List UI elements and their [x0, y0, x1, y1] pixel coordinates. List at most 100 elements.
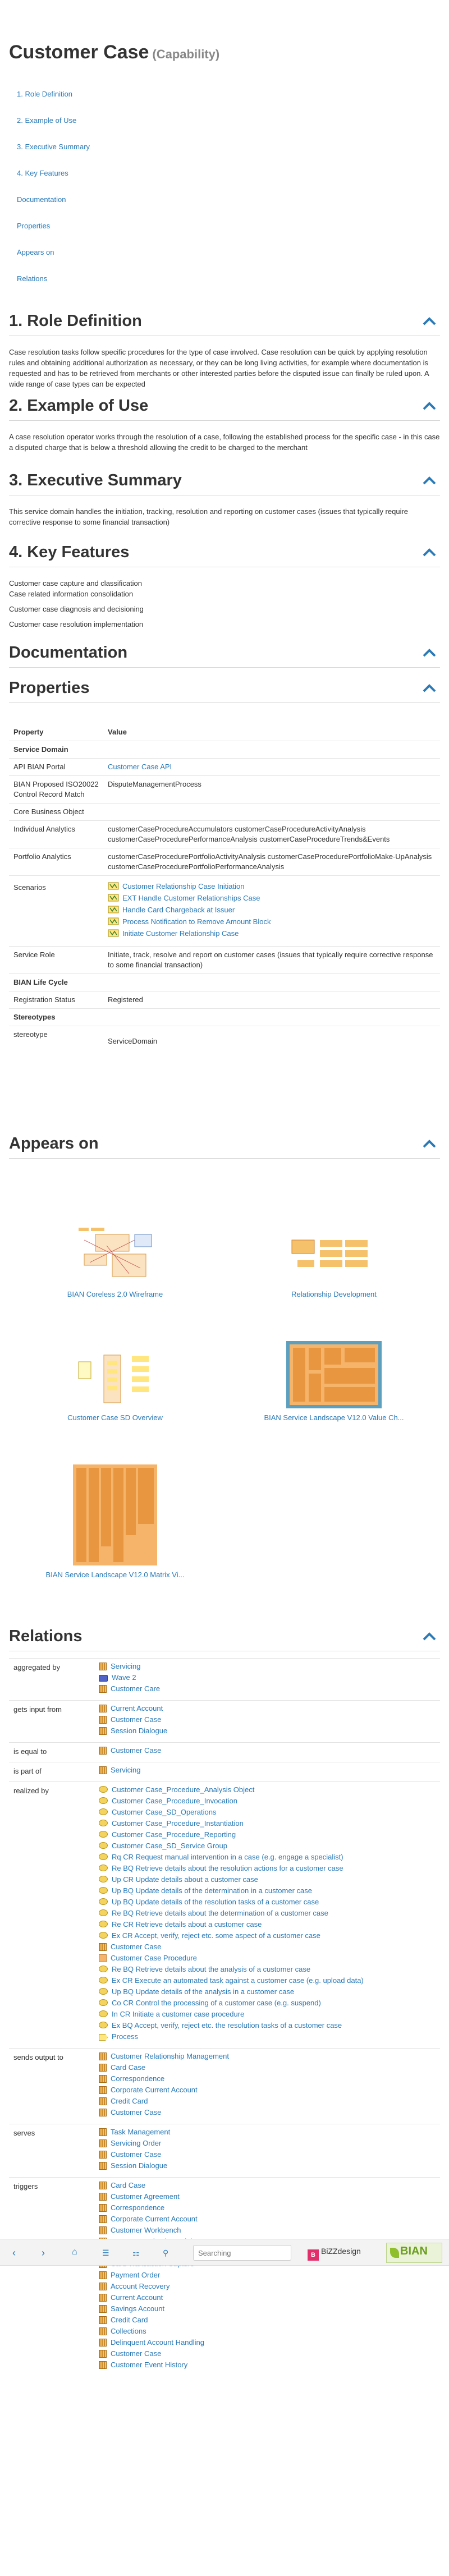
relation-link[interactable]: Customer Case — [99, 1746, 440, 1757]
relation-link[interactable]: Session Dialogue — [99, 1726, 440, 1738]
relation-link[interactable]: Co CR Control the processing of a custom… — [99, 1999, 440, 2010]
relation-link[interactable]: Customer Case — [99, 1943, 440, 1954]
api-portal-link[interactable]: Customer Case API — [108, 763, 172, 771]
relation-link[interactable]: Payment Order — [99, 2271, 440, 2282]
chevron-up-icon[interactable] — [422, 682, 437, 694]
relation-link[interactable]: Current Account — [99, 1704, 440, 1715]
appears-link[interactable]: BIAN Service Landscape V12.0 Matrix Vi..… — [46, 1571, 185, 1579]
relation-link[interactable]: Correspondence — [99, 2203, 440, 2215]
home-icon[interactable]: ⌂ — [72, 2247, 77, 2257]
relation-link[interactable]: Customer Case — [99, 2108, 440, 2119]
relation-link[interactable]: Task Management — [99, 2128, 440, 2139]
view-thumbnail[interactable]: Relationship Development — [253, 1223, 415, 1298]
toc-link-summary[interactable]: 3. Executive Summary — [17, 143, 90, 151]
appears-link[interactable]: BIAN Service Landscape V12.0 Value Ch... — [264, 1413, 404, 1422]
component-icon — [99, 2162, 107, 2170]
relation-link[interactable]: Up BQ Update details of the analysis in … — [99, 1987, 440, 1999]
relation-link[interactable]: Ex CR Accept, verify, reject etc. some a… — [99, 1931, 440, 1943]
view-thumbnail[interactable]: Customer Case SD Overview — [34, 1349, 196, 1422]
chevron-up-icon[interactable] — [422, 547, 437, 558]
appears-link[interactable]: BIAN Coreless 2.0 Wireframe — [67, 1290, 163, 1298]
relation-link[interactable]: Credit Card — [99, 2097, 440, 2108]
relation-link[interactable]: Customer Relationship Management — [99, 2052, 440, 2063]
toc-link-role[interactable]: 1. Role Definition — [17, 90, 72, 98]
relation-link[interactable]: Rq CR Request manual intervention in a c… — [99, 1853, 440, 1864]
relation-link[interactable]: Credit Card — [99, 2316, 440, 2327]
relation-link[interactable]: Customer Case — [99, 1715, 440, 1726]
chevron-up-icon[interactable] — [422, 1631, 437, 1642]
relation-link[interactable]: Re BQ Retrieve details about the determi… — [99, 1909, 440, 1920]
chevron-up-icon[interactable] — [422, 400, 437, 411]
relation-link[interactable]: Wave 2 — [99, 1673, 440, 1684]
view-thumbnail[interactable]: BIAN Service Landscape V12.0 Matrix Vi..… — [34, 1464, 196, 1579]
relation-link[interactable]: Customer Case_Procedure_Invocation — [99, 1797, 440, 1808]
relation-link[interactable]: Servicing Order — [99, 2139, 440, 2150]
relation-link[interactable]: Up BQ Update details of the determinatio… — [99, 1886, 440, 1898]
prop-value: Registered — [103, 991, 440, 1009]
toc-link-example[interactable]: 2. Example of Use — [17, 116, 76, 125]
list-icon[interactable]: ☰ — [102, 2248, 109, 2258]
toc-link-appears[interactable]: Appears on — [17, 248, 54, 256]
toc-link-relations[interactable]: Relations — [17, 274, 47, 283]
relation-link[interactable]: Card Case — [99, 2063, 440, 2074]
relation-link[interactable]: Customer Case_SD_Service Group — [99, 1842, 440, 1853]
relation-link[interactable]: Correspondence — [99, 2074, 440, 2086]
relation-link[interactable]: Servicing — [99, 1766, 440, 1777]
relation-link[interactable]: Customer Case Procedure — [99, 1954, 440, 1965]
relation-link[interactable]: Card Case — [99, 2181, 440, 2192]
chevron-up-icon[interactable] — [422, 475, 437, 486]
next-icon[interactable]: › — [42, 2247, 45, 2259]
tree-icon[interactable]: ⚏ — [132, 2248, 140, 2258]
relation-link[interactable]: Up CR Update details about a customer ca… — [99, 1875, 440, 1886]
relation-link[interactable]: Delinquent Account Handling — [99, 2338, 440, 2349]
appears-link[interactable]: Customer Case SD Overview — [67, 1413, 163, 1422]
relation-link[interactable]: Customer Case — [99, 2150, 440, 2161]
chevron-up-icon[interactable] — [422, 1138, 437, 1149]
prev-icon[interactable]: ‹ — [12, 2247, 16, 2259]
relation-link[interactable]: Up BQ Update details of the resolution t… — [99, 1898, 440, 1909]
relation-link[interactable]: Customer Workbench — [99, 2226, 440, 2237]
relation-link[interactable]: Customer Case — [99, 2349, 440, 2361]
relation-link[interactable]: Re CR Retrieve details about a customer … — [99, 1920, 440, 1931]
relation-link[interactable]: Customer Case_Procedure_Reporting — [99, 1830, 440, 1842]
relation-link[interactable]: Customer Care — [99, 1684, 440, 1696]
relation-link[interactable]: In CR Initiate a customer case procedure — [99, 2010, 440, 2021]
relation-link[interactable]: Current Account — [99, 2293, 440, 2304]
relation-link[interactable]: Customer Agreement — [99, 2192, 440, 2203]
toc-link-features[interactable]: 4. Key Features — [17, 169, 68, 177]
chevron-up-icon[interactable] — [422, 315, 437, 327]
toc-link-documentation[interactable]: Documentation — [17, 195, 66, 204]
relation-link[interactable]: Session Dialogue — [99, 2161, 440, 2173]
relation-link[interactable]: Ex CR Execute an automated task against … — [99, 1976, 440, 1987]
appears-link[interactable]: Relationship Development — [291, 1290, 377, 1298]
relation-link[interactable]: Account Recovery — [99, 2282, 440, 2293]
search-icon[interactable]: ⚲ — [163, 2248, 168, 2258]
relation-type: triggers — [9, 2177, 99, 2376]
relation-link[interactable]: Servicing — [99, 1662, 440, 1673]
relation-link[interactable]: Customer Case_SD_Operations — [99, 1808, 440, 1819]
relation-row: sends output to Customer Relationship Man… — [9, 2048, 440, 2124]
scenario-link[interactable]: Process Notification to Remove Amount Bl… — [108, 917, 436, 929]
view-thumbnail[interactable]: BIAN Service Landscape V12.0 Value Ch... — [253, 1341, 415, 1422]
relation-link[interactable]: Savings Account — [99, 2304, 440, 2316]
relation-link[interactable]: Process — [99, 2032, 440, 2044]
scenario-link[interactable]: Initiate Customer Relationship Case — [108, 929, 436, 940]
search-input[interactable] — [193, 2245, 291, 2261]
scenario-link[interactable]: EXT Handle Customer Relationships Case — [108, 893, 436, 905]
relation-link[interactable]: Re BQ Retrieve details about the resolut… — [99, 1864, 440, 1875]
scenario-link[interactable]: Customer Relationship Case Initiation — [108, 881, 436, 893]
view-thumbnail[interactable]: BIAN Coreless 2.0 Wireframe — [34, 1223, 196, 1298]
relation-link[interactable]: Re BQ Retrieve details about the analysi… — [99, 1965, 440, 1976]
scenario-link[interactable]: Handle Card Chargeback at Issuer — [108, 905, 436, 917]
relation-link[interactable]: Corporate Current Account — [99, 2215, 440, 2226]
toc-link-properties[interactable]: Properties — [17, 222, 50, 230]
summary-text: This service domain handles the initiati… — [9, 507, 409, 526]
relation-label: Ex CR Execute an automated task against … — [112, 1976, 364, 1985]
relation-link[interactable]: Corporate Current Account — [99, 2086, 440, 2097]
relation-link[interactable]: Ex BQ Accept, verify, reject etc. the re… — [99, 2021, 440, 2032]
relation-link[interactable]: Collections — [99, 2327, 440, 2338]
relation-link[interactable]: Customer Case_Procedure_Analysis Object — [99, 1785, 440, 1797]
chevron-up-icon[interactable] — [422, 647, 437, 658]
relation-link[interactable]: Customer Event History — [99, 2361, 440, 2372]
relation-link[interactable]: Customer Case_Procedure_Instantiation — [99, 1819, 440, 1830]
